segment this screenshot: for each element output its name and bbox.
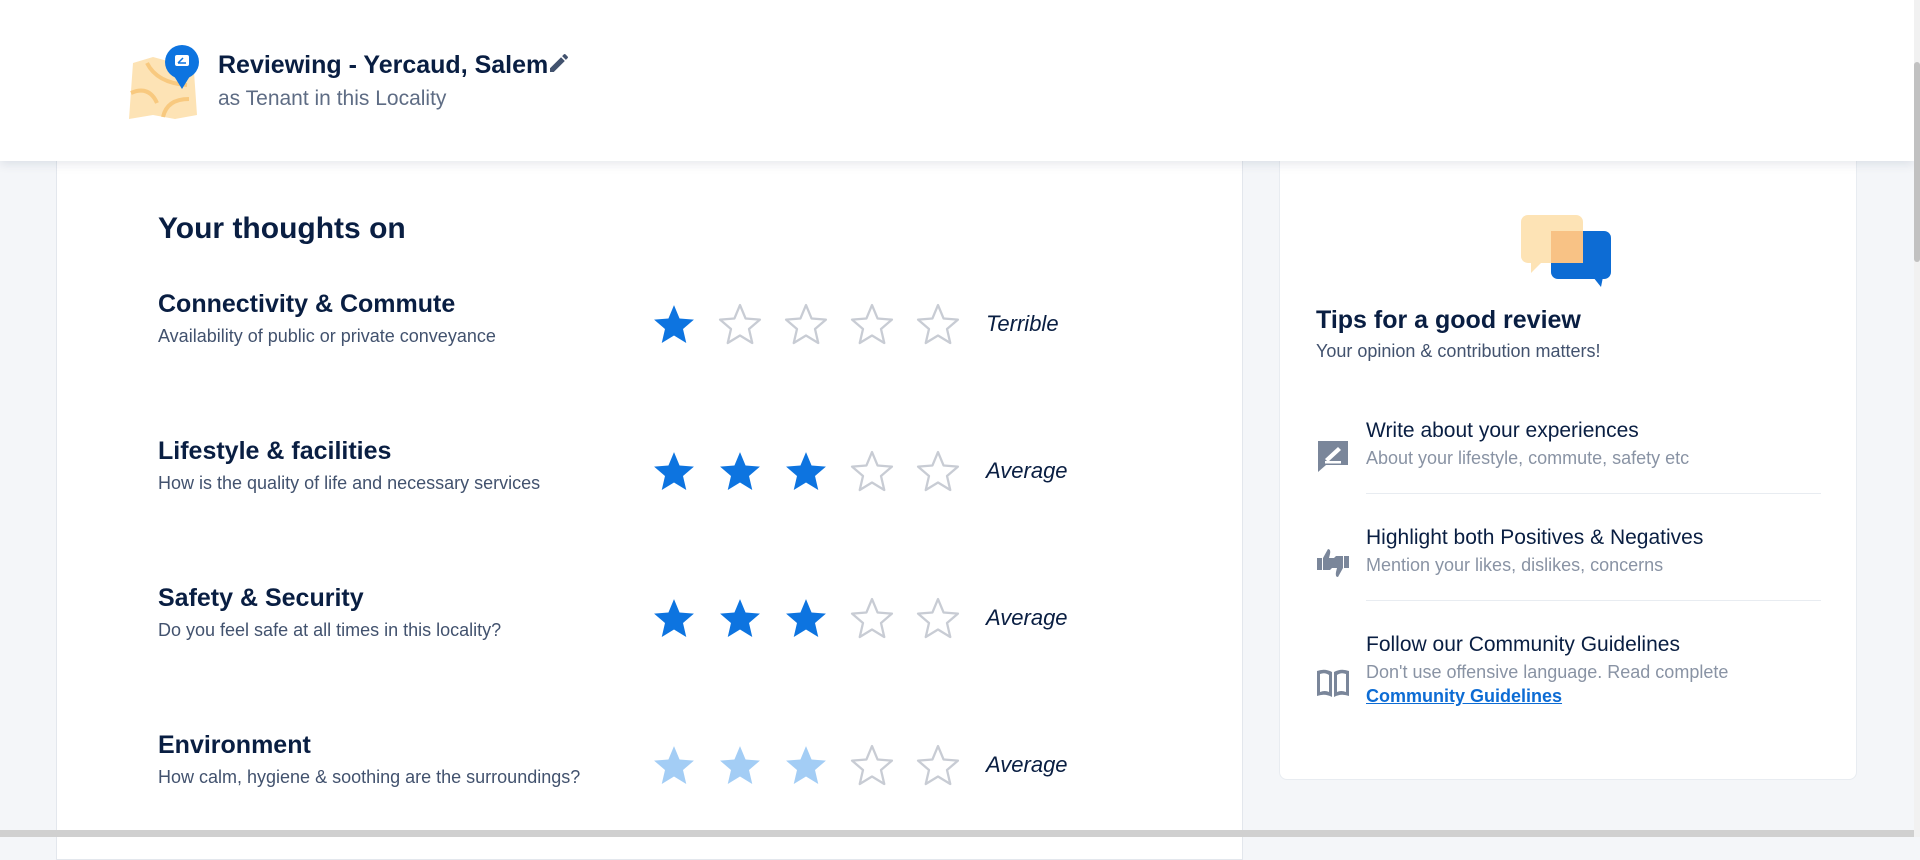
star-filled-icon[interactable] — [717, 596, 763, 642]
rating-label: Average — [986, 752, 1068, 777]
star-filled-icon[interactable] — [651, 302, 697, 348]
rating-description: Do you feel safe at all times in this lo… — [158, 620, 502, 640]
tips-subtitle: Your opinion & contribution matters! — [1316, 341, 1601, 361]
review-title: Reviewing - Yercaud, Salem — [218, 51, 549, 79]
star-empty-icon[interactable] — [849, 596, 895, 642]
rating-label: Terrible — [986, 311, 1059, 336]
tip-description: Mention your likes, dislikes, concerns — [1366, 555, 1664, 575]
write-review-icon — [1318, 441, 1348, 472]
star-empty-icon[interactable] — [849, 743, 895, 789]
star-filled-icon[interactable] — [651, 449, 697, 495]
tip-item: Follow our Community Guidelines Don't us… — [1316, 633, 1820, 717]
star-filled-icon[interactable] — [651, 743, 697, 789]
rating-row-safety: Safety & Security Do you feel safe at al… — [158, 584, 1158, 674]
star-filled-icon[interactable] — [717, 449, 763, 495]
rating-row-environment: Environment How calm, hygiene & soothing… — [158, 731, 1158, 821]
rating-label: Average — [986, 605, 1068, 630]
vertical-scrollbar[interactable] — [1914, 0, 1920, 837]
tip-title: Highlight both Positives & Negatives — [1366, 526, 1704, 549]
tip-description: Don't use offensive language. Read compl… — [1366, 662, 1729, 682]
star-empty-icon[interactable] — [915, 743, 961, 789]
star-filled-icon[interactable] — [783, 743, 829, 789]
rating-title: Environment — [158, 731, 311, 759]
book-icon — [1317, 669, 1349, 697]
tip-title: Write about your experiences — [1366, 419, 1639, 442]
tip-item: Write about your experiences About your … — [1316, 419, 1820, 479]
rating-title: Lifestyle & facilities — [158, 437, 392, 465]
star-empty-icon[interactable] — [915, 449, 961, 495]
map-pin-illustration — [129, 45, 199, 119]
rating-row-connectivity: Connectivity & Commute Availability of p… — [158, 290, 1158, 380]
section-title: Your thoughts on — [158, 212, 406, 245]
rating-description: How calm, hygiene & soothing are the sur… — [158, 767, 581, 787]
review-role-subtitle: as Tenant in this Locality — [218, 87, 447, 110]
tips-title: Tips for a good review — [1316, 306, 1581, 334]
star-filled-icon[interactable] — [783, 449, 829, 495]
divider — [1366, 493, 1821, 494]
vertical-scrollbar-thumb[interactable] — [1914, 62, 1920, 262]
star-empty-icon[interactable] — [849, 302, 895, 348]
star-rating[interactable] — [651, 449, 961, 495]
rating-description: How is the quality of life and necessary… — [158, 473, 541, 493]
star-rating[interactable] — [651, 596, 961, 642]
horizontal-scrollbar[interactable] — [0, 830, 1914, 837]
rating-title: Safety & Security — [158, 584, 364, 612]
star-empty-icon[interactable] — [717, 302, 763, 348]
star-rating[interactable] — [651, 743, 961, 789]
star-filled-icon[interactable] — [783, 596, 829, 642]
rating-row-lifestyle: Lifestyle & facilities How is the qualit… — [158, 437, 1158, 527]
star-rating[interactable] — [651, 302, 961, 348]
star-filled-icon[interactable] — [651, 596, 697, 642]
divider — [1366, 600, 1821, 601]
tip-item: Highlight both Positives & Negatives Men… — [1316, 526, 1820, 586]
pencil-icon[interactable] — [547, 51, 571, 75]
chat-bubbles-illustration — [1521, 215, 1611, 287]
star-empty-icon[interactable] — [783, 302, 829, 348]
tip-title: Follow our Community Guidelines — [1366, 633, 1680, 656]
rating-description: Availability of public or private convey… — [158, 326, 496, 346]
tip-description: About your lifestyle, commute, safety et… — [1366, 448, 1690, 468]
rating-title: Connectivity & Commute — [158, 290, 456, 318]
review-header: Reviewing - Yercaud, Salem as Tenant in … — [0, 0, 1914, 161]
star-empty-icon[interactable] — [915, 596, 961, 642]
star-empty-icon[interactable] — [915, 302, 961, 348]
community-guidelines-link[interactable]: Community Guidelines — [1366, 686, 1562, 707]
rating-label: Average — [986, 458, 1068, 483]
thumbs-up-down-icon — [1317, 549, 1349, 577]
star-filled-icon[interactable] — [717, 743, 763, 789]
star-empty-icon[interactable] — [849, 449, 895, 495]
